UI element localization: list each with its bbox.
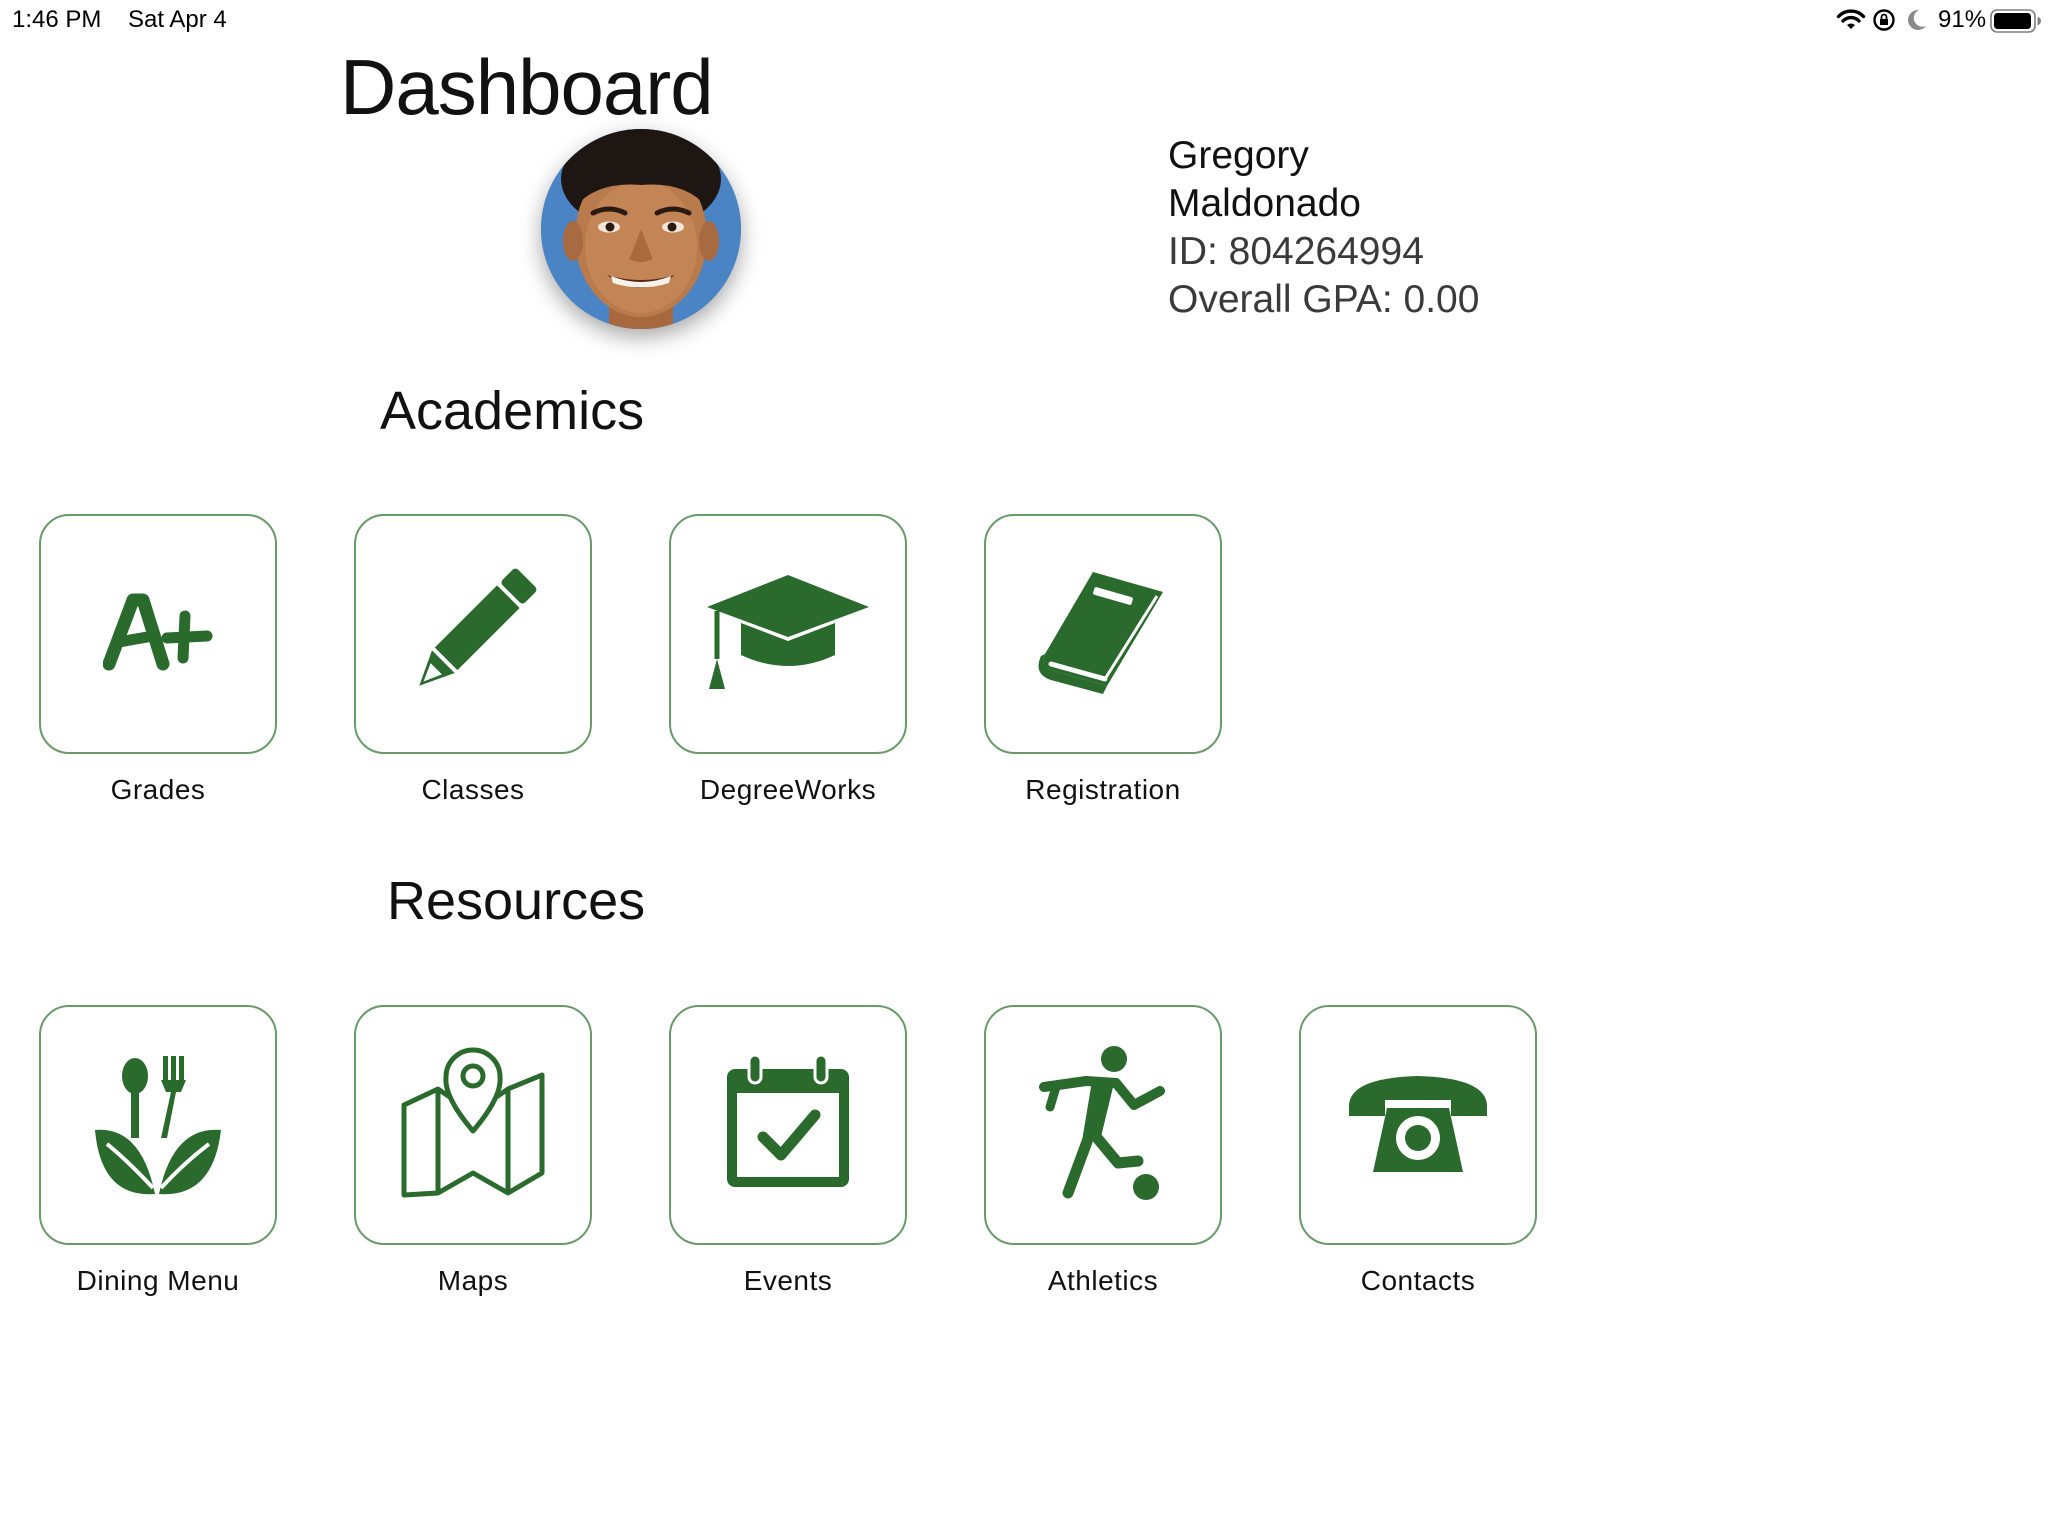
calendar-check-icon	[723, 1053, 853, 1196]
tile-grades-box[interactable]	[39, 514, 277, 754]
status-date: Sat Apr 4	[128, 6, 227, 33]
page-title: Dashboard	[340, 43, 714, 131]
tile-contacts-box[interactable]	[1299, 1005, 1537, 1245]
tile-athletics-box[interactable]	[984, 1005, 1222, 1245]
avatar[interactable]	[541, 129, 741, 329]
tile-degreeworks[interactable]: DegreeWorks	[667, 514, 909, 806]
tile-degreeworks-label: DegreeWorks	[699, 774, 877, 805]
tile-events-box[interactable]	[669, 1005, 907, 1245]
profile-last-name: Maldonado	[1168, 182, 1361, 225]
profile-id: ID: 804264994	[1168, 230, 1424, 273]
tile-athletics[interactable]: Athletics	[982, 1005, 1224, 1297]
status-time: 1:46 PM	[12, 6, 102, 33]
status-bar: 1:46 PM Sat Apr 4 91%	[0, 0, 2048, 40]
tile-maps-label: Maps	[437, 1265, 509, 1296]
soccer-player-icon	[1038, 1043, 1168, 1208]
tile-dining-menu-label: Dining Menu	[76, 1265, 240, 1296]
profile-gpa: Overall GPA: 0.00	[1168, 278, 1480, 321]
battery-icon	[1990, 9, 2042, 38]
profile-info: Gregory Maldonado ID: 804264994 Overall …	[1168, 132, 1588, 324]
tile-grades[interactable]: Grades	[37, 514, 279, 806]
tile-registration-label: Registration	[1025, 774, 1181, 805]
tile-grades-label: Grades	[110, 774, 206, 805]
wifi-icon	[1836, 8, 1866, 37]
tile-registration[interactable]: Registration	[982, 514, 1224, 806]
tile-degreeworks-box[interactable]	[669, 514, 907, 754]
graduation-cap-icon	[703, 567, 873, 702]
tile-registration-box[interactable]	[984, 514, 1222, 754]
profile-first-name: Gregory	[1168, 134, 1309, 177]
section-heading-academics: Academics	[380, 381, 645, 441]
tile-classes[interactable]: Classes	[352, 514, 594, 806]
tile-maps[interactable]: Maps	[352, 1005, 594, 1297]
battery-percent: 91%	[1938, 6, 1987, 33]
book-icon	[1033, 562, 1173, 707]
tile-classes-box[interactable]	[354, 514, 592, 754]
section-heading-resources: Resources	[387, 871, 646, 931]
tile-events-label: Events	[743, 1265, 833, 1296]
dining-icon	[93, 1048, 223, 1203]
map-icon	[398, 1043, 548, 1208]
tile-athletics-label: Athletics	[1047, 1265, 1159, 1296]
profile-name: Gregory Maldonado	[1168, 132, 1428, 228]
tile-classes-label: Classes	[421, 774, 525, 805]
pencil-icon	[408, 562, 538, 707]
tile-maps-box[interactable]	[354, 1005, 592, 1245]
a-plus-icon	[102, 592, 213, 677]
lock-rotation-icon	[1872, 8, 1896, 37]
tile-contacts-label: Contacts	[1360, 1265, 1476, 1296]
moon-icon	[1905, 8, 1927, 37]
avatar-photo	[541, 129, 741, 329]
tile-contacts[interactable]: Contacts	[1297, 1005, 1539, 1297]
tile-dining-menu-box[interactable]	[39, 1005, 277, 1245]
tile-events[interactable]: Events	[667, 1005, 909, 1297]
tile-dining-menu[interactable]: Dining Menu	[37, 1005, 279, 1297]
telephone-icon	[1343, 1068, 1493, 1183]
